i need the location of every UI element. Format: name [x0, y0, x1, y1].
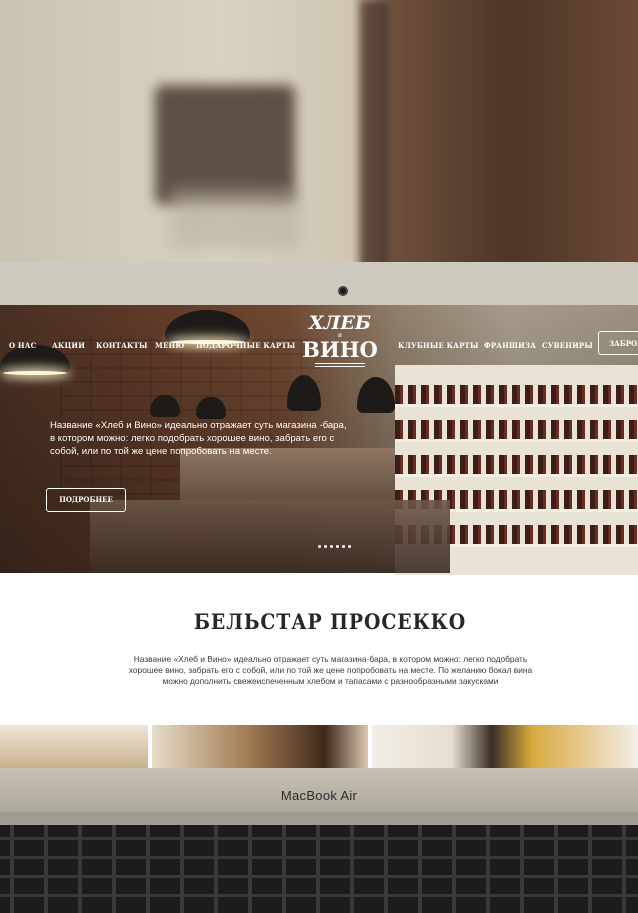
slider-dot[interactable]: [318, 545, 321, 548]
slider-dot[interactable]: [342, 545, 345, 548]
keyboard-rows: [0, 825, 638, 913]
gallery-photo[interactable]: [152, 725, 368, 768]
nav-item-gift-cards[interactable]: ПОДАРОЧНЫЕ КАРТЫ: [196, 341, 295, 355]
gallery-photo[interactable]: [0, 725, 148, 768]
site-logo[interactable]: ХЛЕБ и ВИНО: [300, 313, 380, 381]
pendant-lamp-icon: [357, 377, 395, 413]
section-description: Название «Хлеб и Вино» идеально отражает…: [128, 654, 533, 686]
nav-item-contacts[interactable]: КОНТАКТЫ: [96, 341, 148, 355]
slider-dot[interactable]: [324, 545, 327, 548]
camera-icon: [338, 286, 348, 296]
background-chair-legs: [170, 190, 300, 250]
nav-item-club-cards[interactable]: КЛУБНЫЕ КАРТЫ: [398, 341, 479, 355]
hero-description: Название «Хлеб и Вино» идеально отражает…: [50, 420, 347, 457]
section-title: БЕЛЬСТАР ПРОСЕККО: [193, 609, 467, 634]
nav-item-about[interactable]: О НАС: [9, 341, 36, 355]
slider-dot[interactable]: [330, 545, 333, 548]
nav-item-franchise[interactable]: ФРАНШИЗА: [484, 341, 536, 355]
logo-ribbon-icon: [315, 363, 365, 367]
reserve-button[interactable]: ЗАБРОН: [598, 331, 638, 355]
slider-dot[interactable]: [336, 545, 339, 548]
laptop-screen: О НАС АКЦИИ КОНТАКТЫ МЕНЮ ПОДАРОЧНЫЕ КАР…: [0, 305, 638, 768]
photo-gallery: [0, 725, 638, 768]
hero-banner: О НАС АКЦИИ КОНТАКТЫ МЕНЮ ПОДАРОЧНЫЕ КАР…: [0, 305, 638, 575]
slider-dots[interactable]: [318, 545, 351, 548]
logo-text-bread: ХЛЕБ: [308, 312, 372, 334]
nav-item-promotions[interactable]: АКЦИИ: [52, 341, 85, 355]
gallery-photo[interactable]: [372, 725, 638, 768]
background-door: [360, 0, 390, 270]
background-chair: [155, 85, 295, 205]
dining-tables: [90, 500, 450, 573]
nav-item-souvenirs[interactable]: СУВЕНИРЫ: [542, 341, 593, 355]
laptop-brand-label: MacBook Air: [280, 788, 358, 803]
logo-text-wine: ВИНО: [302, 337, 378, 362]
slider-dot[interactable]: [348, 545, 351, 548]
nav-item-menu[interactable]: МЕНЮ: [155, 341, 185, 355]
pendant-lamp-icon: [165, 310, 250, 342]
more-button[interactable]: ПОДРОБНЕЕ: [46, 488, 126, 512]
